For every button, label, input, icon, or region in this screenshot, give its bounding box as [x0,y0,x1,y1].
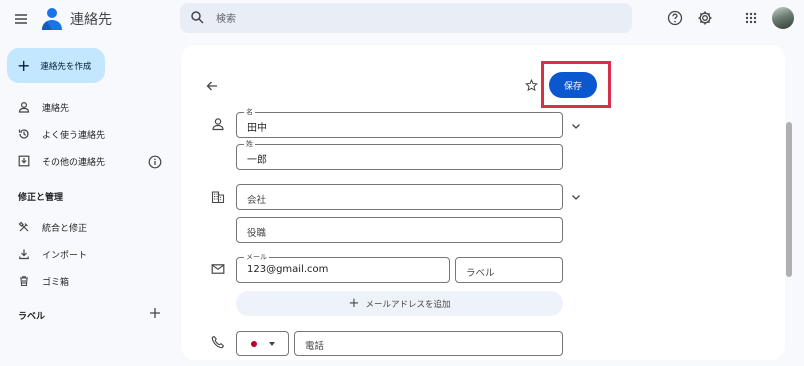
gear-icon[interactable] [697,10,713,26]
chevron-down-icon[interactable] [570,120,582,132]
person-icon [212,118,224,131]
sidebar-item-contacts[interactable]: 連絡先 [0,94,175,120]
help-icon[interactable] [667,10,683,26]
chevron-down-icon[interactable] [570,191,582,203]
company-placeholder: 会社 [247,195,267,206]
last-name-label: 姓 [244,139,255,149]
email-field[interactable]: メール 123@gmail.com [236,252,450,283]
person-icon [18,101,30,113]
sidebar-item-label: インポート [42,250,88,261]
star-icon[interactable] [525,79,538,92]
add-email-button[interactable]: + メールアドレスを追加 [236,291,563,316]
phone-field[interactable]: 電話 [294,331,563,356]
create-contact-label: 連絡先を作成 [40,61,92,72]
first-name-field[interactable]: 名 田中 [236,107,563,138]
country-selector[interactable] [236,331,289,356]
create-contact-button[interactable]: + 連絡先を作成 [7,48,105,83]
app-title: 連絡先 [70,12,112,28]
email-type-field[interactable]: ラベル [455,257,563,283]
info-icon[interactable] [148,155,162,169]
first-name-label: 名 [244,107,255,117]
plus-icon: + [17,55,31,75]
email-type-placeholder: ラベル [466,268,495,279]
job-title-field[interactable]: 役職 [236,217,563,243]
add-email-label: メールアドレスを追加 [365,299,451,310]
section-title-manage: 修正と管理 [18,193,64,203]
tools-icon [18,221,29,232]
history-icon [18,129,29,139]
apps-grid-icon[interactable] [745,12,757,24]
sidebar-item-label: ゴミ箱 [42,277,70,288]
japan-flag-icon [251,341,257,347]
sidebar-item-label: よく使う連絡先 [42,130,106,141]
last-name-field[interactable]: 姓 一郎 [236,139,563,170]
email-value: 123@gmail.com [247,264,329,275]
sidebar-item-frequent[interactable]: よく使う連絡先 [0,121,175,147]
save-button[interactable]: 保存 [549,72,597,98]
download-box-icon [18,155,30,167]
add-label-icon[interactable] [149,307,161,319]
sidebar-item-trash[interactable]: ゴミ箱 [0,268,175,294]
section-title-labels: ラベル [18,312,46,322]
sidebar-item-merge[interactable]: 統合と修正 [0,214,175,240]
account-avatar[interactable] [772,7,794,29]
search-input[interactable]: 検索 [216,10,236,25]
scrollbar[interactable] [786,122,792,277]
job-title-placeholder: 役職 [247,228,267,239]
sidebar-item-label: その他の連絡先 [42,157,106,168]
sidebar-item-label: 統合と修正 [42,223,88,234]
search-icon[interactable] [190,10,204,24]
email-label: メール [244,252,269,262]
phone-placeholder: 電話 [305,341,325,352]
company-field[interactable]: 会社 [236,184,563,210]
building-icon [211,191,225,204]
dropdown-arrow-icon [269,342,275,346]
import-icon [19,249,29,260]
contacts-logo-icon [42,8,62,30]
last-name-value: 一郎 [247,155,267,166]
search-bar[interactable] [180,3,632,33]
sidebar-item-label: 連絡先 [42,103,70,114]
mail-icon [211,264,225,274]
trash-icon [20,276,28,287]
back-arrow-icon[interactable] [205,79,219,93]
menu-icon[interactable] [12,10,30,28]
sidebar-item-import[interactable]: インポート [0,241,175,267]
first-name-value: 田中 [247,123,267,134]
phone-icon [211,335,225,349]
plus-icon: + [348,296,360,311]
